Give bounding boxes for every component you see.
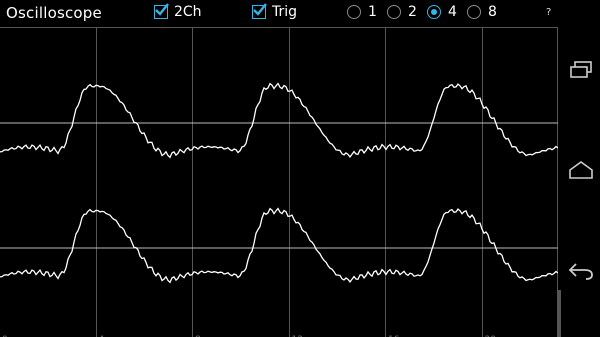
scope-display[interactable]: 0ms4ms8ms12ms16ms20ms [0, 27, 558, 337]
channel-1-trace [0, 82, 558, 159]
home-icon [569, 161, 593, 179]
timebase-option-label: 4 [448, 4, 457, 20]
app-title: Oscilloscope [6, 4, 102, 22]
help-button[interactable]: ? [546, 7, 551, 18]
scope-grid [0, 27, 558, 337]
timebase-radio-1[interactable]: 1 [347, 4, 377, 20]
home-button[interactable] [567, 158, 595, 182]
two-channel-checkbox[interactable]: 2Ch [154, 3, 202, 20]
oscilloscope-app: Oscilloscope 2Ch Trig 1 2 4 8 ? [0, 0, 600, 337]
trigger-checkbox[interactable]: Trig [252, 3, 298, 20]
channel-2-trace [0, 207, 558, 284]
system-navigation-bar [561, 0, 600, 337]
timebase-option-label: 1 [368, 4, 377, 20]
checkbox-checked-icon [252, 3, 267, 19]
recent-apps-button[interactable] [567, 58, 595, 82]
timebase-radio-4[interactable]: 4 [427, 4, 457, 20]
timebase-option-label: 2 [408, 4, 417, 20]
radio-off-icon [467, 5, 481, 19]
timebase-radio-2[interactable]: 2 [387, 4, 417, 20]
checkbox-checked-icon [154, 3, 169, 19]
channel-baselines [0, 122, 558, 249]
two-channel-label: 2Ch [174, 4, 202, 20]
trigger-label: Trig [272, 4, 298, 20]
radio-off-icon [387, 5, 401, 19]
radio-off-icon [347, 5, 361, 19]
timebase-option-label: 8 [488, 4, 497, 20]
toolbar: Oscilloscope 2Ch Trig 1 2 4 8 ? [0, 0, 560, 28]
timebase-radio-8[interactable]: 8 [467, 4, 497, 20]
waveform-traces [0, 82, 558, 284]
radio-on-icon [427, 5, 441, 19]
back-button[interactable] [567, 258, 595, 282]
back-icon [568, 263, 593, 280]
recent-apps-icon [570, 61, 592, 78]
